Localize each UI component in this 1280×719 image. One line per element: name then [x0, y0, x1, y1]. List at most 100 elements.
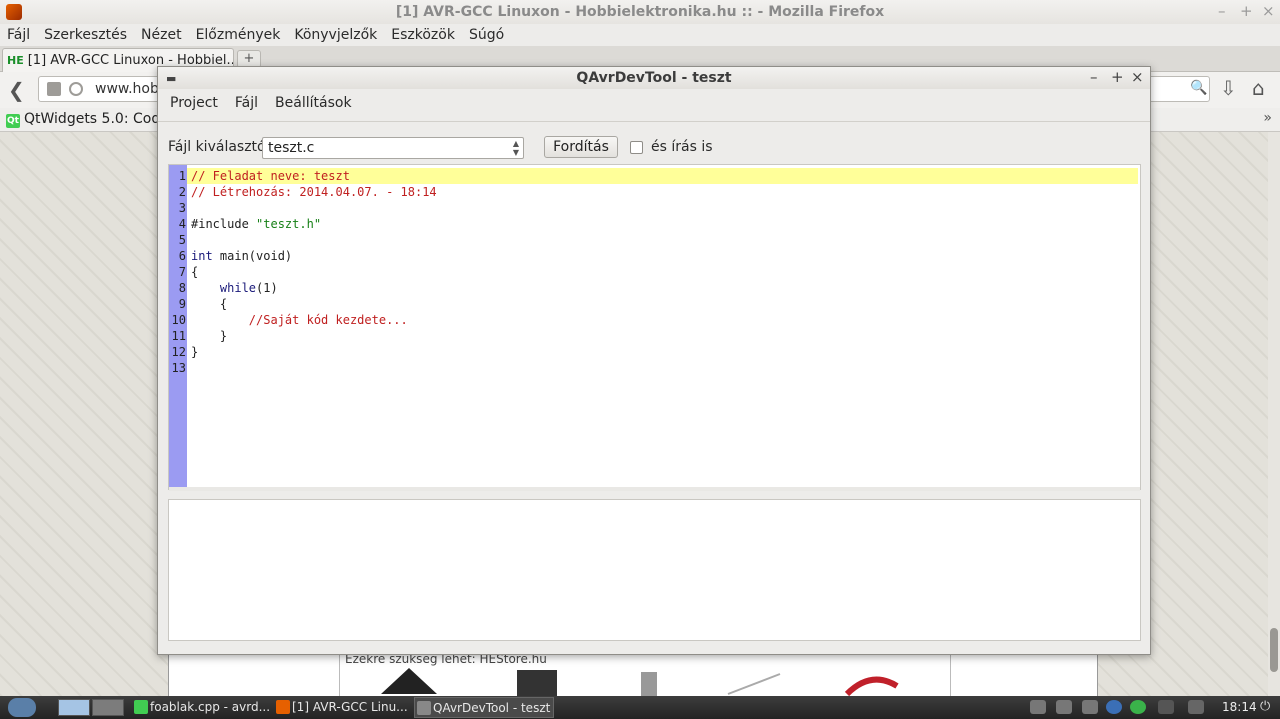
- download-icon[interactable]: ⇩: [1220, 76, 1237, 100]
- code-line[interactable]: 2 // Létrehozás: 2014.04.07. - 18:14: [169, 184, 1140, 200]
- line-code: {: [191, 296, 227, 312]
- taskbar-task-qavrdevtool[interactable]: QAvrDevTool - teszt: [414, 697, 554, 718]
- line-code: #include "teszt.h": [191, 216, 321, 232]
- home-icon[interactable]: ⌂: [1252, 76, 1265, 100]
- line-code: {: [191, 264, 198, 280]
- code-line[interactable]: 1 // Feladat neve: teszt: [169, 168, 1140, 184]
- workspace-1[interactable]: [58, 699, 90, 716]
- page-icon: [47, 82, 61, 96]
- display-icon[interactable]: [1082, 700, 1098, 714]
- line-number: 4: [178, 217, 186, 231]
- keyboard-icon[interactable]: [1056, 700, 1072, 714]
- line-code: // Feladat neve: teszt: [191, 168, 350, 184]
- file-selector-combo[interactable]: teszt.c ▲ ▼: [262, 137, 524, 159]
- taskbar-task-qtcreator[interactable]: foablak.cpp - avrd...: [132, 697, 272, 718]
- code-token: {: [191, 297, 228, 311]
- qavrdevtool-icon: [417, 701, 431, 715]
- line-code: }: [191, 344, 198, 360]
- bookmark-label: QtWidgets 5.0: Code: [24, 111, 169, 127]
- menu-tools[interactable]: Eszközök: [391, 27, 455, 43]
- line-number: 9: [178, 297, 186, 311]
- power-icon[interactable]: ⏻: [1260, 699, 1270, 714]
- editor-bottom-edge: [169, 487, 1140, 491]
- write-checkbox-label[interactable]: és írás is: [651, 139, 713, 155]
- code-line[interactable]: 8 while(1): [169, 280, 1140, 296]
- maximize-icon[interactable]: +: [1240, 2, 1253, 20]
- qavr-titlebar[interactable]: ▬ QAvrDevTool - teszt – + ×: [158, 67, 1150, 89]
- qavrdevtool-window: ▬ QAvrDevTool - teszt – + × Project Fájl…: [157, 66, 1151, 655]
- code-editor[interactable]: 1 // Feladat neve: teszt 2 // Létrehozás: 2…: [168, 164, 1141, 491]
- menu-file[interactable]: Fájl: [235, 95, 258, 111]
- write-checkbox[interactable]: [630, 141, 643, 154]
- volume-icon[interactable]: [1030, 700, 1046, 714]
- minimize-icon[interactable]: –: [1090, 68, 1098, 86]
- maximize-icon[interactable]: +: [1111, 68, 1124, 86]
- menu-bookmarks[interactable]: Könyvjelzők: [294, 27, 377, 43]
- minimize-icon[interactable]: –: [1218, 2, 1226, 20]
- menu-view[interactable]: Nézet: [141, 27, 182, 43]
- code-line[interactable]: 12}: [169, 344, 1140, 360]
- menu-separator: [158, 121, 1150, 122]
- taskbar-task-firefox[interactable]: [1] AVR-GCC Linu...: [274, 697, 412, 718]
- page-panel: Ezekre szükség lehet: HEStore.hu: [168, 652, 1098, 696]
- code-line[interactable]: 11 }: [169, 328, 1140, 344]
- qavr-window-title: QAvrDevTool - teszt: [576, 70, 732, 86]
- line-code: }: [191, 328, 227, 344]
- code-token: }: [191, 345, 199, 359]
- code-line[interactable]: 7{: [169, 264, 1140, 280]
- code-token: int: [191, 249, 213, 263]
- wifi-icon[interactable]: [1188, 700, 1204, 714]
- taskbar: foablak.cpp - avrd... [1] AVR-GCC Linu..…: [0, 696, 1280, 719]
- firefox-menubar: Fájl Szerkesztés Nézet Előzmények Könyvj…: [0, 24, 1280, 46]
- update-icon[interactable]: [1130, 700, 1146, 714]
- file-selector-value: teszt.c: [268, 140, 315, 156]
- qavr-menubar: Project Fájl Beállítások: [158, 89, 1150, 117]
- code-line[interactable]: 10 //Saját kód kezdete...: [169, 312, 1140, 328]
- combo-arrows-icon: ▲ ▼: [512, 139, 519, 157]
- code-line[interactable]: 4 #include "teszt.h": [169, 216, 1140, 232]
- code-line[interactable]: 6 int main(void): [169, 248, 1140, 264]
- compile-button[interactable]: Fordítás: [544, 136, 618, 158]
- clock[interactable]: 18:14: [1222, 700, 1257, 714]
- code-token: // Létrehozás: 2014.04.07. - 18:14: [191, 185, 437, 199]
- close-icon[interactable]: ×: [1262, 2, 1275, 20]
- code-line[interactable]: 13: [169, 360, 1140, 376]
- compiler-output[interactable]: [168, 499, 1141, 641]
- page-scrollbar[interactable]: [1268, 132, 1280, 696]
- menu-project[interactable]: Project: [170, 95, 218, 111]
- start-menu-icon[interactable]: [8, 698, 36, 717]
- code-line[interactable]: 3: [169, 200, 1140, 216]
- site-identity-icon[interactable]: [69, 82, 83, 96]
- menu-edit[interactable]: Szerkesztés: [44, 27, 127, 43]
- firefox-titlebar: [1] AVR-GCC Linuxon - Hobbielektronika.h…: [0, 0, 1280, 24]
- code-line[interactable]: 5: [169, 232, 1140, 248]
- search-icon[interactable]: 🔍: [1190, 80, 1207, 96]
- tab-favicon: HE: [7, 54, 24, 67]
- line-number: 12: [171, 345, 186, 359]
- workspace-2[interactable]: [92, 699, 124, 716]
- ic-chip-icon: [381, 668, 437, 694]
- file-toolbar: Fájl kiválasztó: teszt.c ▲ ▼ Fordítás és …: [158, 133, 1150, 161]
- code-token: "teszt.h": [256, 217, 322, 231]
- menu-history[interactable]: Előzmények: [196, 27, 281, 43]
- line-number: 2: [178, 185, 186, 199]
- bookmark-item[interactable]: Qt QtWidgets 5.0: Code: [6, 111, 169, 128]
- battery-icon[interactable]: [1158, 700, 1174, 714]
- line-number: 3: [178, 201, 186, 215]
- page-scrollbar-thumb[interactable]: [1270, 628, 1278, 672]
- menu-settings[interactable]: Beállítások: [275, 95, 352, 111]
- menu-help[interactable]: Súgó: [469, 27, 504, 43]
- code-line[interactable]: 9 {: [169, 296, 1140, 312]
- close-icon[interactable]: ×: [1131, 68, 1144, 86]
- menu-file[interactable]: Fájl: [7, 27, 30, 43]
- bookmarks-more-icon[interactable]: »: [1263, 110, 1272, 126]
- code-token: main(void): [212, 249, 293, 263]
- line-number: 10: [171, 313, 186, 327]
- line-number: 7: [178, 265, 186, 279]
- back-icon[interactable]: ❮: [8, 78, 25, 102]
- qbittorrent-icon[interactable]: [1106, 700, 1122, 714]
- task-label: foablak.cpp - avrd...: [150, 700, 271, 714]
- line-code: int main(void): [191, 248, 292, 264]
